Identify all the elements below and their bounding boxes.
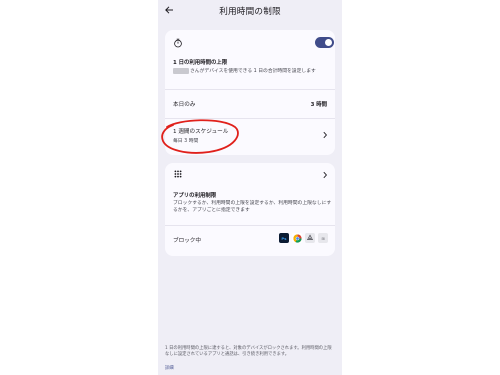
daily-limit-title: 1 日の利用時間の上限 bbox=[173, 60, 228, 66]
blocked-label: ブロック中 bbox=[173, 238, 201, 244]
app-icon: ⊞ bbox=[318, 233, 328, 243]
timer-icon bbox=[174, 38, 182, 48]
divider bbox=[165, 89, 335, 90]
app-bar: 利用時間の制限 bbox=[158, 0, 342, 22]
apps-grid-icon bbox=[174, 170, 182, 178]
chrome-icon bbox=[292, 233, 302, 243]
chevron-right-icon[interactable] bbox=[322, 171, 328, 179]
daily-limit-description-text: さんがデバイスを使用できる 1 日の合計時間を設定します bbox=[190, 69, 316, 74]
page-title: 利用時間の制限 bbox=[219, 7, 281, 17]
redacted-name bbox=[173, 67, 189, 74]
today-only-label[interactable]: 本日のみ bbox=[173, 100, 195, 108]
app-limits-description: ブロックするか、利用時間の上限を設定するか、利用時間の上限なしにするかを、アプリ… bbox=[173, 201, 332, 213]
app-limits-title: アプリの利用制限 bbox=[173, 193, 217, 199]
phone-screen: 利用時間の制限 1 日の利用時間の上限 さんがデバイスを使用できる 1 日の合計… bbox=[158, 0, 342, 375]
red-circle-annotation bbox=[161, 119, 239, 154]
daily-limit-description: さんがデバイスを使用できる 1 日の合計時間を設定します bbox=[173, 67, 316, 74]
footer-note: 1 日の利用時間の上限に達すると、対象のデバイスがロックされます。利用時間の上限… bbox=[165, 346, 332, 358]
recycle-app-icon bbox=[305, 233, 315, 243]
divider bbox=[165, 225, 335, 226]
daily-limit-toggle[interactable] bbox=[315, 37, 334, 48]
toggle-knob bbox=[325, 39, 332, 46]
chevron-right-icon bbox=[323, 131, 328, 139]
blocked-apps-list[interactable]: Ps ⊞ bbox=[279, 233, 328, 243]
app-limits-card: アプリの利用制限 ブロックするか、利用時間の上限を設定するか、利用時間の上限なし… bbox=[165, 163, 335, 256]
details-link[interactable]: 詳細 bbox=[165, 365, 174, 371]
today-only-value: 3 時間 bbox=[310, 102, 327, 108]
photoshop-icon: Ps bbox=[279, 233, 289, 243]
